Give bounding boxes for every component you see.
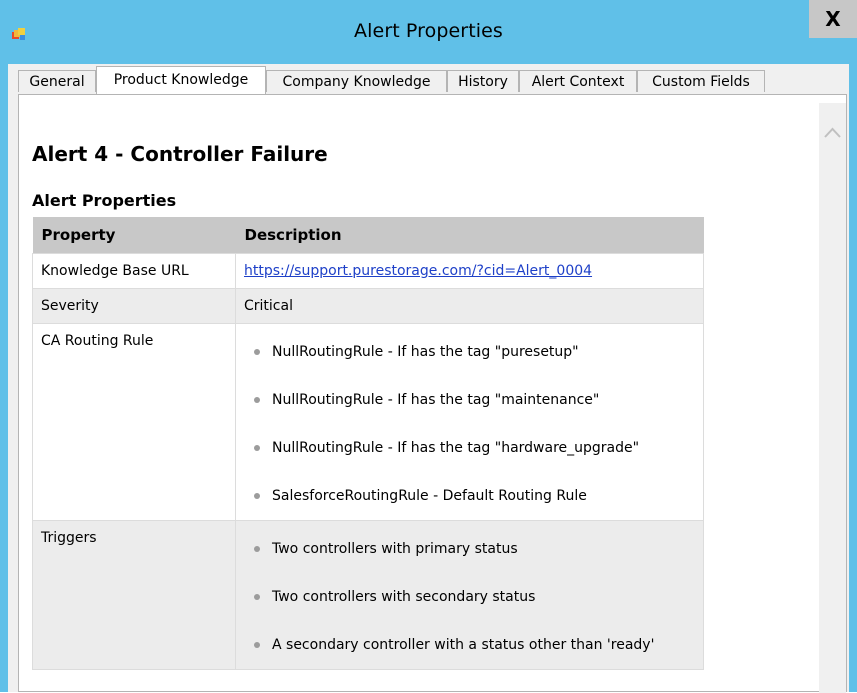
property-cell: CA Routing Rule xyxy=(32,323,236,521)
window-frame: Alert Properties X General Product Knowl… xyxy=(0,0,857,693)
property-cell: Knowledge Base URL xyxy=(32,253,236,289)
section-title: Alert Properties xyxy=(32,191,177,210)
window-title: Alert Properties xyxy=(354,20,503,42)
list-item: Two controllers with primary status xyxy=(244,525,703,573)
dialog-client-area: General Product Knowledge Company Knowle… xyxy=(8,64,849,693)
table-row: Knowledge Base URL https://support.pures… xyxy=(32,253,704,289)
description-cell: https://support.purestorage.com/?cid=Ale… xyxy=(235,253,704,289)
trigger-list: Two controllers with primary status Two … xyxy=(244,525,703,669)
product-knowledge-panel: Alert 4 - Controller Failure Alert Prope… xyxy=(18,94,847,693)
description-cell: NullRoutingRule - If has the tag "purese… xyxy=(235,323,704,521)
list-item: A secondary controller with a status oth… xyxy=(244,621,703,669)
list-item: SalesforceRoutingRule - Default Routing … xyxy=(244,472,703,520)
property-cell: Triggers xyxy=(32,520,236,670)
vertical-scrollbar[interactable] xyxy=(819,103,846,693)
list-item: Two controllers with secondary status xyxy=(244,573,703,621)
chevron-up-icon[interactable] xyxy=(819,103,846,155)
list-item: NullRoutingRule - If has the tag "mainte… xyxy=(244,376,703,424)
table-header-row: Property Description xyxy=(32,217,704,254)
knowledge-browser[interactable]: Alert 4 - Controller Failure Alert Prope… xyxy=(19,95,819,693)
alert-title: Alert 4 - Controller Failure xyxy=(32,142,328,166)
alert-properties-table: Property Description Knowledge Base URL … xyxy=(32,217,704,670)
property-cell: Severity xyxy=(32,288,236,324)
description-cell: Two controllers with primary status Two … xyxy=(235,520,704,670)
list-item: NullRoutingRule - If has the tag "hardwa… xyxy=(244,424,703,472)
header-property: Property xyxy=(32,217,236,254)
tab-custom-fields[interactable]: Custom Fields xyxy=(637,70,765,92)
knowledge-base-link[interactable]: https://support.purestorage.com/?cid=Ale… xyxy=(244,263,592,279)
table-row: CA Routing Rule NullRoutingRule - If has… xyxy=(32,323,704,521)
tab-history[interactable]: History xyxy=(447,70,519,92)
title-bar[interactable]: Alert Properties X xyxy=(0,0,857,64)
description-cell: Critical xyxy=(235,288,704,324)
header-description: Description xyxy=(235,217,704,254)
table-row: Severity Critical xyxy=(32,288,704,324)
tab-product-knowledge[interactable]: Product Knowledge xyxy=(96,66,266,94)
table-row: Triggers Two controllers with primary st… xyxy=(32,520,704,670)
tab-alert-context[interactable]: Alert Context xyxy=(519,70,637,92)
tab-general[interactable]: General xyxy=(18,70,96,92)
routing-rule-list: NullRoutingRule - If has the tag "purese… xyxy=(244,328,703,520)
tab-company-knowledge[interactable]: Company Knowledge xyxy=(266,70,447,92)
list-item: NullRoutingRule - If has the tag "purese… xyxy=(244,328,703,376)
close-button[interactable]: X xyxy=(809,0,857,38)
